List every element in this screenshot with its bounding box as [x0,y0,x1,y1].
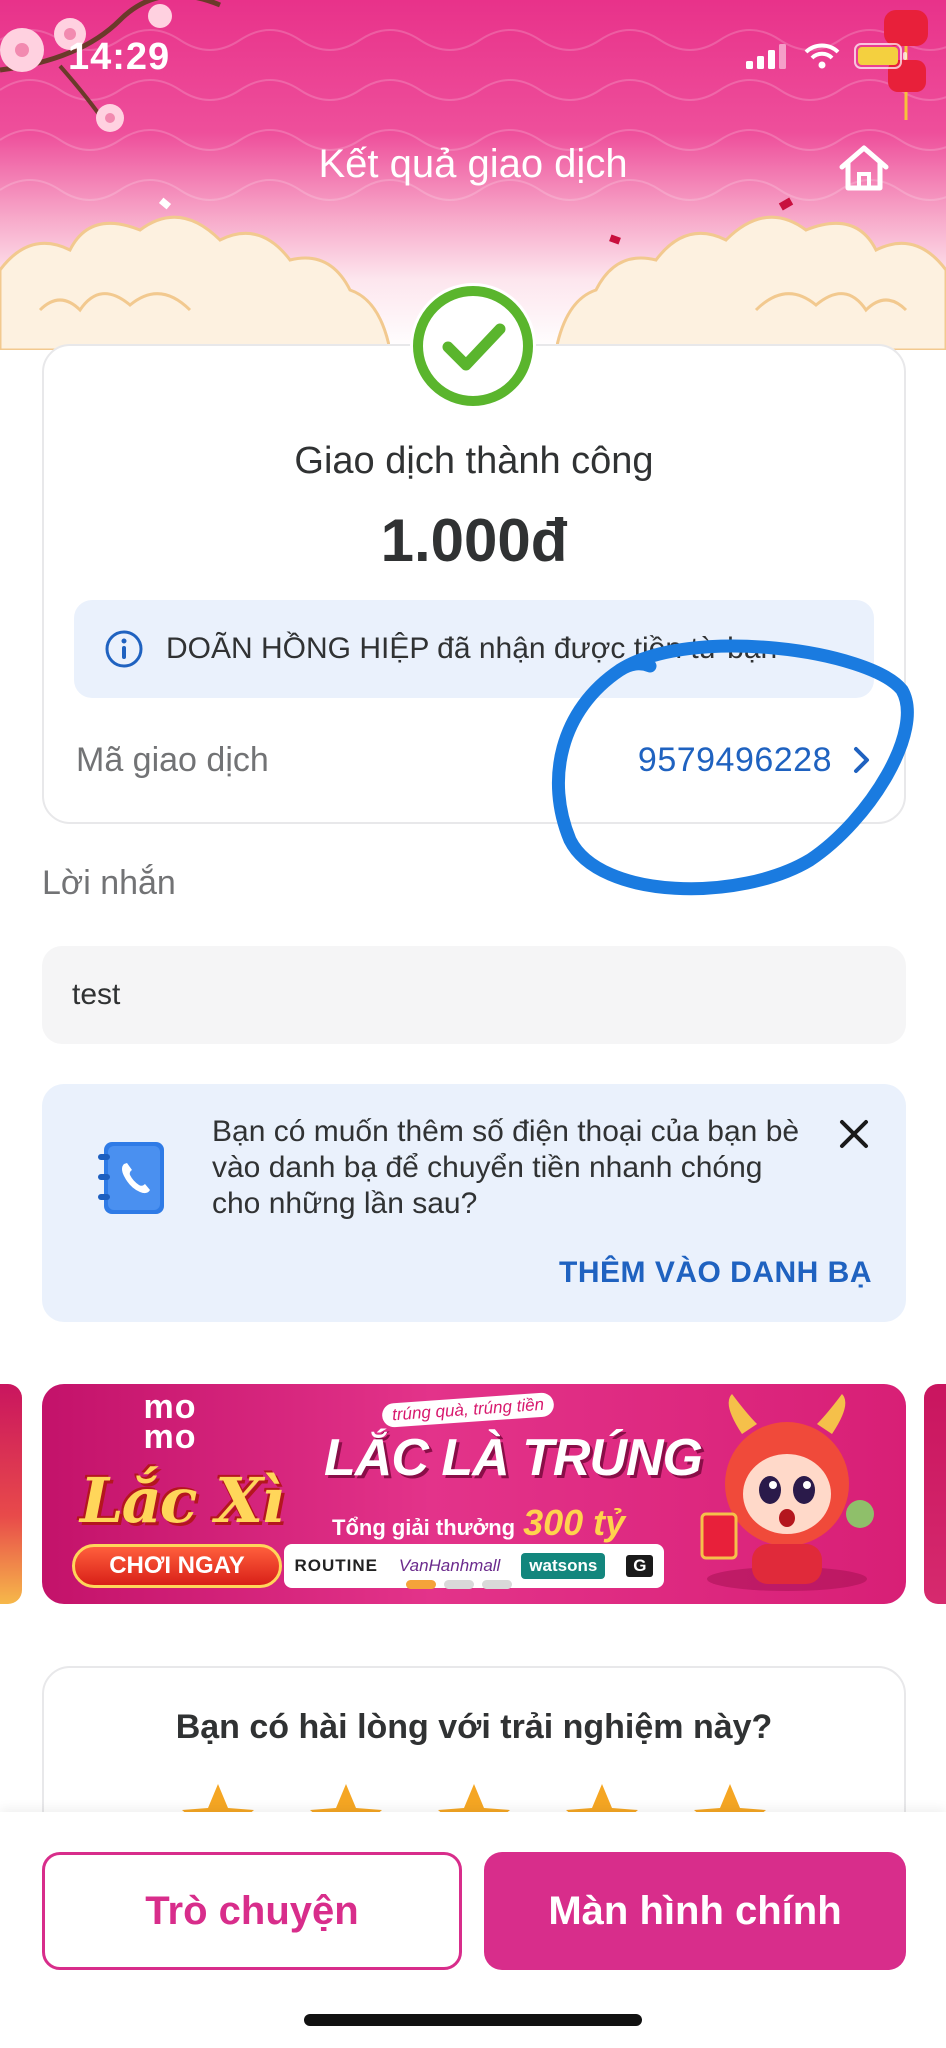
close-icon[interactable] [836,1116,872,1152]
home-indicator[interactable] [304,2014,642,2026]
wifi-icon [804,43,840,69]
brand-logo: watsons [521,1553,606,1579]
add-contact-prompt-text: Bạn có muốn thêm số điện thoại của bạn b… [212,1115,800,1220]
cloud-left-decoration [0,215,390,350]
banner-tagline: trúng quà, trúng tiền [381,1392,555,1428]
success-badge [410,283,536,409]
promo-banner[interactable]: mo mo Lắc Xì CHƠI NGAY trúng quà, trúng … [42,1384,906,1604]
mascot-illustration [700,1394,874,1591]
brand-logo: G [626,1555,654,1577]
brand-logo: VanHanhmall [398,1556,501,1575]
transaction-result-card: Giao dịch thành công 1.000đ DOÃN HỒNG HI… [42,344,906,824]
chat-button[interactable]: Trò chuyện [42,1852,462,1970]
contact-book-icon [98,1142,164,1214]
banner-prize-label: Tổng giải thưởng [332,1515,516,1540]
message-label: Lời nhắn [42,864,176,902]
chevron-right-icon [854,747,869,773]
status-bar: 14:29 [0,30,946,90]
carousel-dot[interactable] [482,1580,512,1589]
banner-lixi-title: Lắc Xì [80,1464,285,1537]
success-check-icon [413,286,533,406]
banner-prize-value: 300 tỷ [523,1502,626,1543]
transaction-status: Giao dịch thành công [294,440,654,482]
battery-icon [854,43,907,69]
page-title: Kết quả giao dịch [318,142,628,186]
add-to-contacts-button[interactable]: THÊM VÀO DANH BẠ [559,1256,872,1290]
next-banner-peek[interactable] [924,1384,946,1604]
transaction-amount: 1.000đ [380,507,568,574]
carousel-dot[interactable] [444,1580,474,1589]
transaction-id-row[interactable]: Mã giao dịch 9579496228 [76,730,872,790]
previous-banner-peek[interactable] [0,1384,22,1604]
banner-prize: Tổng giải thưởng 300 tỷ [332,1502,625,1544]
rating-question: Bạn có hài lòng với trải nghiệm này? [175,1708,773,1746]
add-contact-card: Bạn có muốn thêm số điện thoại của bạn b… [42,1084,906,1322]
signal-icon [746,44,786,69]
bottom-action-bar: Trò chuyện Màn hình chính [0,1812,946,2048]
play-now-button[interactable]: CHƠI NGAY [72,1544,282,1588]
transaction-id-label: Mã giao dịch [76,740,269,779]
status-time: 14:29 [68,36,171,78]
home-screen-button[interactable]: Màn hình chính [484,1852,906,1970]
cloud-right-decoration [556,215,946,350]
banner-headline: LẮC LÀ TRÚNG [324,1429,703,1487]
transaction-id-value[interactable]: 9579496228 [638,741,832,780]
carousel-dot[interactable] [406,1580,436,1589]
info-icon [105,630,143,668]
recipient-info-banner: DOÃN HỒNG HIỆP đã nhận được tiền từ bạn [74,600,874,698]
brand-logo: ROUTINE [294,1556,378,1575]
recipient-info-text: DOÃN HỒNG HIỆP đã nhận được tiền từ bạn [166,632,778,665]
home-icon[interactable] [836,140,892,196]
message-content: test [42,946,906,1044]
momo-logo: mo mo [143,1388,197,1456]
carousel-indicator [406,1580,512,1589]
